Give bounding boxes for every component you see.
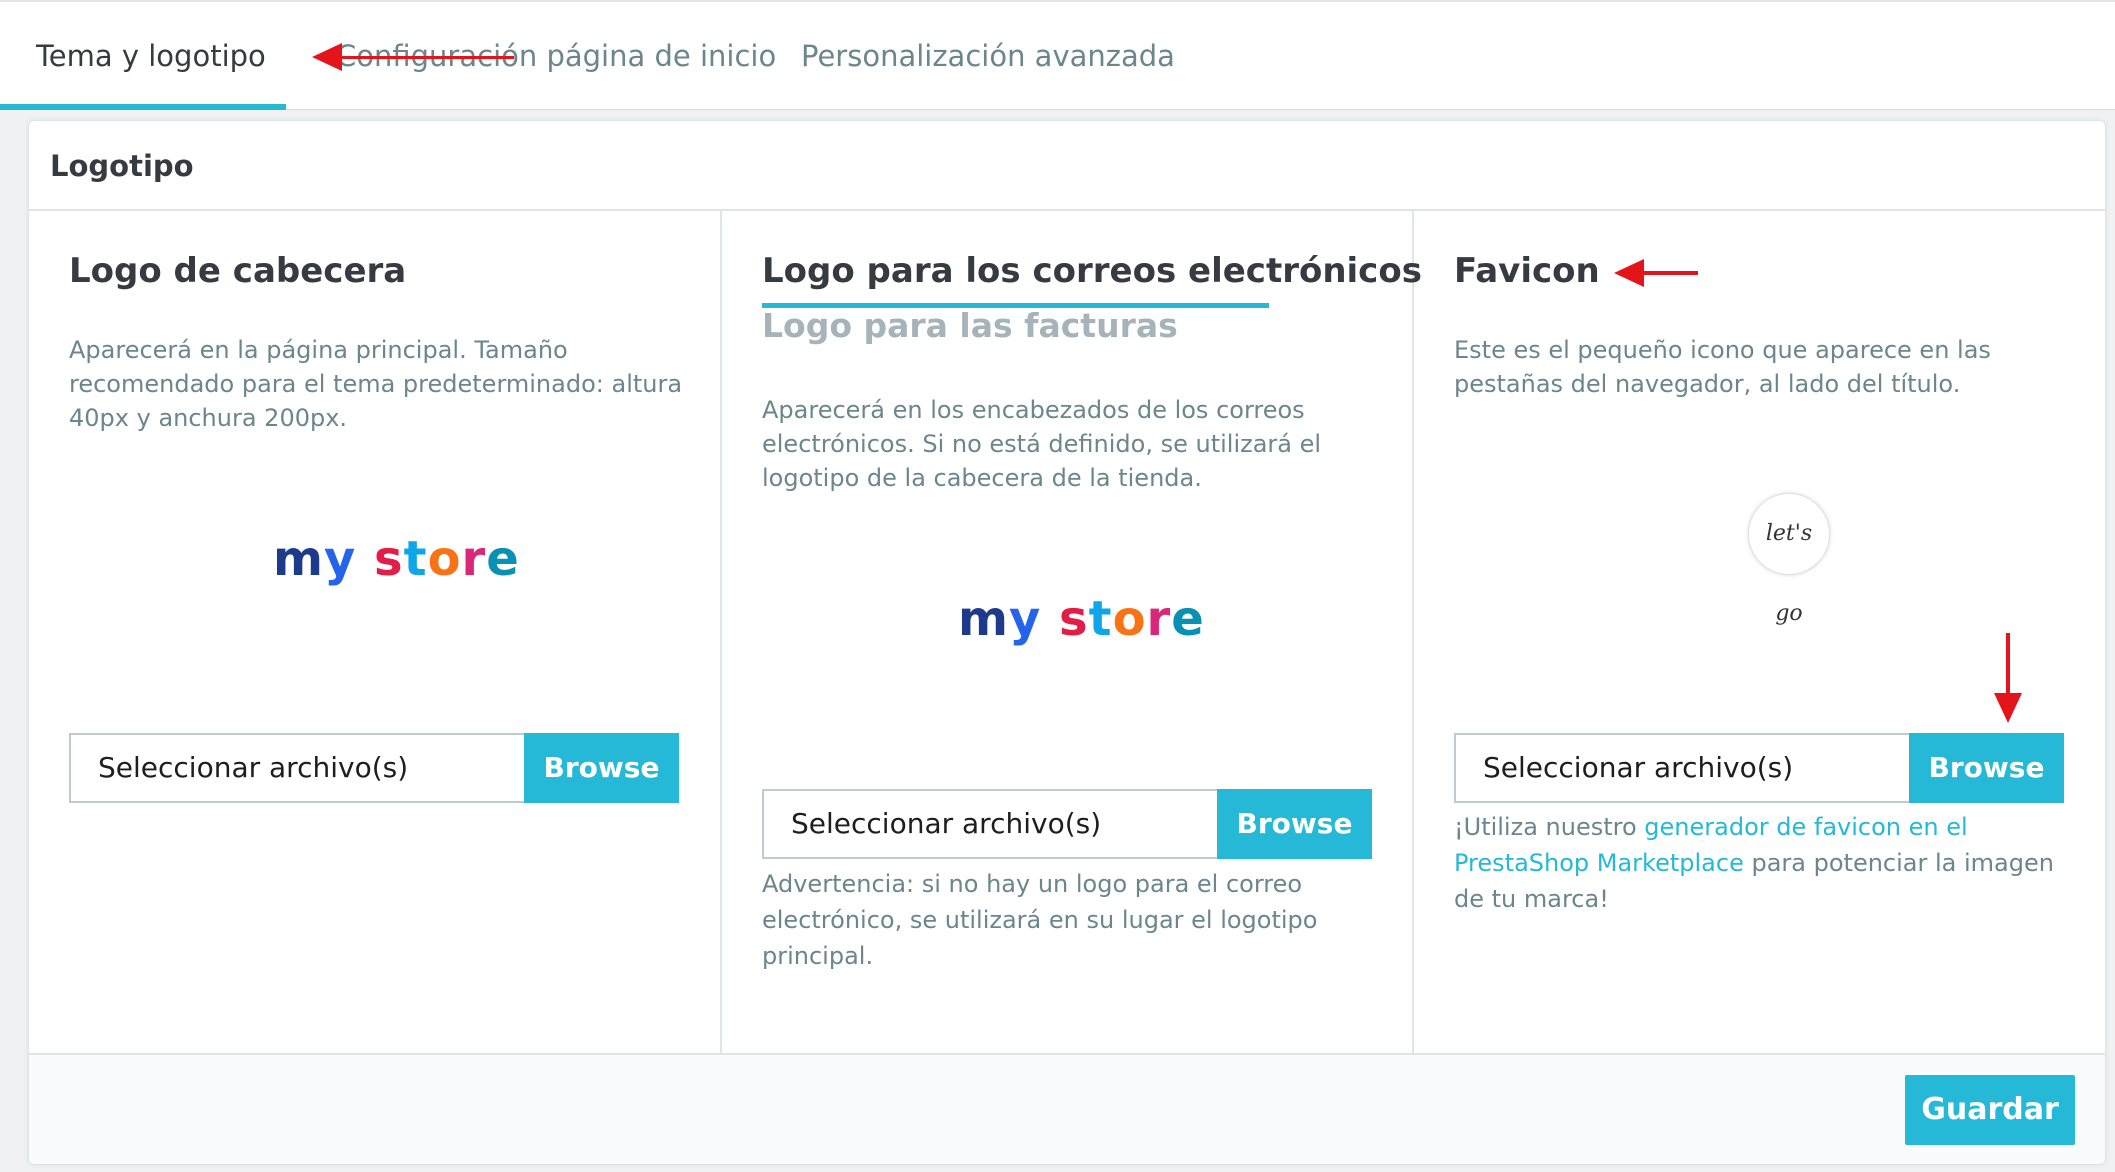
header-logo-column: Logo de cabecera Aparecerá en la página … [29,211,722,1053]
favicon-description: Este es el pequeño icono que aparece en … [1454,336,1991,398]
logo-panel: Logotipo Logo de cabecera Aparecerá en l… [28,120,2106,1165]
email-logo-file-field[interactable]: Seleccionar archivo(s) [762,789,1217,859]
save-button[interactable]: Guardar [1905,1075,2075,1145]
header-logo-file-input: Seleccionar archivo(s) Browse [69,733,679,803]
panel-footer: Guardar [29,1053,2105,1164]
header-logo-title: Logo de cabecera [69,251,407,291]
tab-advanced-customization[interactable]: Personalización avanzada [765,2,1211,110]
email-logo-file-input: Seleccionar archivo(s) Browse [762,789,1372,859]
email-logo-description: Aparecerá en los encabezados de los corr… [762,396,1322,492]
annotation-arrow-line [1640,271,1698,275]
tab-email-logo[interactable]: Logo para los correos electrónicos [762,251,1422,291]
annotation-arrow-line-vertical [2006,633,2010,699]
logo-columns: Logo de cabecera Aparecerá en la página … [29,211,2105,1053]
favicon-image: let's go [1748,493,1830,626]
tab-invoice-logo[interactable]: Logo para las facturas [762,306,1178,345]
email-logo-browse-button[interactable]: Browse [1217,789,1372,859]
favicon-file-input: Seleccionar archivo(s) Browse [1454,733,2064,803]
favicon-browse-button[interactable]: Browse [1909,733,2064,803]
panel-title: Logotipo [29,121,2105,211]
header-logo-image: my store [273,531,520,587]
email-logo-column: Logo para los correos electrónicos Logo … [722,211,1422,1053]
strikethrough-annotation [334,56,514,59]
email-logo-warning: Advertencia: si no hay un logo para el c… [762,870,1318,970]
favicon-column: Favicon Este es el pequeño icono que apa… [1414,211,2107,1053]
annotation-arrow-left-icon [312,43,342,71]
email-logo-image: my store [958,591,1205,647]
header-logo-description: Aparecerá en la página principal. Tamaño… [69,336,683,432]
header-logo-file-field[interactable]: Seleccionar archivo(s) [69,733,524,803]
favicon-help-text: ¡Utiliza nuestro generador de favicon en… [1454,813,2054,913]
annotation-arrow-down-icon [1994,693,2022,723]
favicon-file-field[interactable]: Seleccionar archivo(s) [1454,733,1909,803]
tab-theme-logo[interactable]: Tema y logotipo [0,2,286,110]
header-logo-browse-button[interactable]: Browse [524,733,679,803]
tab-bar: Tema y logotipo Configuración página de … [0,0,2115,110]
favicon-title: Favicon [1454,251,1600,291]
